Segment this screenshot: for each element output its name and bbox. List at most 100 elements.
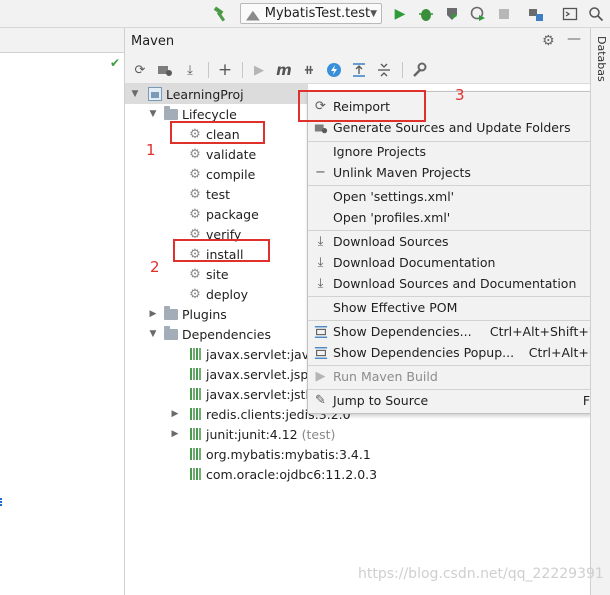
- chevron-right-icon[interactable]: ▶: [147, 309, 159, 319]
- gear-icon: ⚙: [189, 186, 201, 202]
- gear-icon: ⚙: [189, 166, 201, 182]
- settings-wrench-icon[interactable]: [410, 61, 428, 79]
- add-icon[interactable]: +: [216, 60, 234, 80]
- lifecycle-goal[interactable]: ⚙ test: [187, 184, 230, 204]
- download-icon[interactable]: ⤓: [181, 61, 199, 79]
- menu-item-open-settings[interactable]: Open 'settings.xml': [308, 186, 608, 207]
- run-icon[interactable]: ▶: [392, 6, 408, 22]
- menu-item-download-documentation[interactable]: ⤓ Download Documentation: [308, 252, 608, 273]
- build-hammer-icon[interactable]: [212, 6, 228, 22]
- show-dependencies-icon[interactable]: [350, 61, 368, 79]
- maven-module-icon: [147, 86, 163, 102]
- menu-item-show-dependencies[interactable]: Show Dependencies... Ctrl+Alt+Shift+U: [308, 321, 608, 342]
- lifecycle-goal[interactable]: ⚙ compile: [187, 164, 255, 184]
- lifecycle-goal[interactable]: ⚙ deploy: [187, 284, 248, 304]
- tree-node-plugins[interactable]: ▶ Plugins: [147, 304, 227, 324]
- project-name: LearningProj: [166, 86, 244, 102]
- goal-label: site: [206, 266, 229, 282]
- dependency-name: junit:junit:4.12: [206, 426, 298, 442]
- toolbar-separator: [242, 62, 243, 78]
- toggle-offline-icon[interactable]: ⧺: [300, 61, 318, 79]
- menu-item-show-dependencies-popup[interactable]: Show Dependencies Popup... Ctrl+Alt+U: [308, 342, 608, 363]
- goal-label: test: [206, 186, 231, 202]
- profile-icon[interactable]: [470, 6, 486, 22]
- menu-item-download-all[interactable]: ⤓ Download Sources and Documentation: [308, 273, 608, 294]
- dependencies-diagram-icon: [308, 325, 333, 339]
- menu-shortcut: Ctrl+Alt+U: [528, 345, 598, 360]
- gear-icon: ⚙: [189, 286, 201, 302]
- annotation-box-2: [173, 239, 270, 262]
- minimize-icon[interactable]: —: [567, 31, 581, 47]
- library-icon: [187, 366, 203, 382]
- search-everywhere-icon[interactable]: [588, 6, 604, 22]
- gear-icon: ⚙: [189, 146, 201, 162]
- chevron-right-icon[interactable]: ▶: [169, 409, 181, 419]
- chevron-down-icon[interactable]: ▼: [147, 109, 159, 119]
- annotation-number-2: 2: [150, 258, 160, 276]
- skip-tests-icon[interactable]: [325, 61, 343, 79]
- run-icon[interactable]: ▶: [250, 61, 268, 79]
- menu-label: Show Effective POM: [333, 300, 458, 315]
- menu-label: Open 'profiles.xml': [333, 210, 451, 225]
- chevron-down-icon[interactable]: ▼: [129, 89, 141, 99]
- coverage-icon[interactable]: [444, 6, 460, 22]
- toolbar-separator: [208, 62, 209, 78]
- tree-node-project[interactable]: ▼ LearningProj: [125, 84, 308, 104]
- maven-goal-icon[interactable]: m: [275, 61, 293, 79]
- download-icon: ⤓: [317, 255, 324, 270]
- annotation-box-1: [170, 121, 265, 144]
- annotation-number-1: 1: [146, 141, 156, 159]
- menu-item-effective-pom[interactable]: Show Effective POM: [308, 297, 608, 318]
- run-configuration-select[interactable]: MybatisTest.test ▼: [240, 3, 382, 24]
- gear-icon: ⚙: [189, 206, 201, 222]
- database-tab[interactable]: Databas: [594, 36, 608, 82]
- run-config-label: MybatisTest.test: [264, 6, 371, 21]
- menu-item-unlink-projects[interactable]: − Unlink Maven Projects: [308, 162, 608, 183]
- generate-sources-icon[interactable]: [156, 61, 174, 79]
- edit-pencil-icon: ✎: [315, 393, 326, 408]
- dependency-item[interactable]: ▶ junit:junit:4.12 (test): [169, 424, 336, 444]
- toolbar-separator: [402, 62, 403, 78]
- lifecycle-goal[interactable]: ⚙ site: [187, 264, 229, 284]
- menu-item-run-maven-build[interactable]: ▶ Run Maven Build: [308, 366, 608, 387]
- lifecycle-label: Lifecycle: [182, 106, 237, 122]
- project-structure-icon[interactable]: [528, 6, 544, 22]
- tree-node-dependencies[interactable]: ▼ Dependencies: [147, 324, 271, 344]
- editor-tab-strip: [0, 28, 124, 53]
- dependency-item[interactable]: javax.servlet.jsp:js: [187, 364, 322, 384]
- menu-item-open-profiles[interactable]: Open 'profiles.xml': [308, 207, 608, 228]
- dependencies-label: Dependencies: [182, 326, 271, 342]
- minus-icon: −: [315, 165, 326, 180]
- menu-item-download-sources[interactable]: ⤓ Download Sources: [308, 231, 608, 252]
- menu-item-jump-to-source[interactable]: ✎ Jump to Source F4: [308, 390, 608, 411]
- goal-label: deploy: [206, 286, 249, 302]
- menu-label: Show Dependencies Popup...: [333, 345, 515, 360]
- chevron-down-icon: ▼: [370, 8, 377, 19]
- chevron-right-icon[interactable]: ▶: [169, 429, 181, 439]
- stop-icon[interactable]: [496, 6, 512, 22]
- lifecycle-goal[interactable]: ⚙ package: [187, 204, 259, 224]
- inspection-ok-check-icon: ✔: [110, 56, 121, 70]
- reimport-icon[interactable]: ⟳: [131, 61, 149, 79]
- dependency-label: junit:junit:4.12 (test): [206, 427, 335, 442]
- right-tool-strip: Databas: [590, 28, 610, 595]
- editor-area[interactable]: ✔: [0, 28, 125, 595]
- menu-label: Generate Sources and Update Folders: [333, 120, 571, 135]
- menu-label: Download Documentation: [333, 255, 496, 270]
- goal-label: compile: [206, 166, 256, 182]
- chevron-down-icon[interactable]: ▼: [147, 329, 159, 339]
- dependency-item[interactable]: javax.servlet:javax: [187, 344, 324, 364]
- collapse-all-icon[interactable]: [375, 61, 393, 79]
- dependency-item[interactable]: com.oracle:ojdbc6:11.2.0.3: [187, 464, 377, 484]
- maven-title: Maven: [131, 34, 175, 49]
- menu-item-ignore-projects[interactable]: Ignore Projects: [308, 141, 608, 162]
- dependency-item[interactable]: org.mybatis:mybatis:3.4.1: [187, 444, 371, 464]
- menu-label: Show Dependencies...: [333, 324, 472, 339]
- menu-label: Unlink Maven Projects: [333, 165, 471, 180]
- menu-shortcut: Ctrl+Alt+Shift+U: [489, 324, 598, 339]
- lifecycle-goal[interactable]: ⚙ validate: [187, 144, 256, 164]
- terminal-window-icon[interactable]: [562, 6, 578, 22]
- debug-bug-icon[interactable]: [418, 6, 434, 22]
- gear-icon[interactable]: ⚙: [542, 33, 555, 49]
- dependency-item[interactable]: javax.servlet:jstl:1.: [187, 384, 325, 404]
